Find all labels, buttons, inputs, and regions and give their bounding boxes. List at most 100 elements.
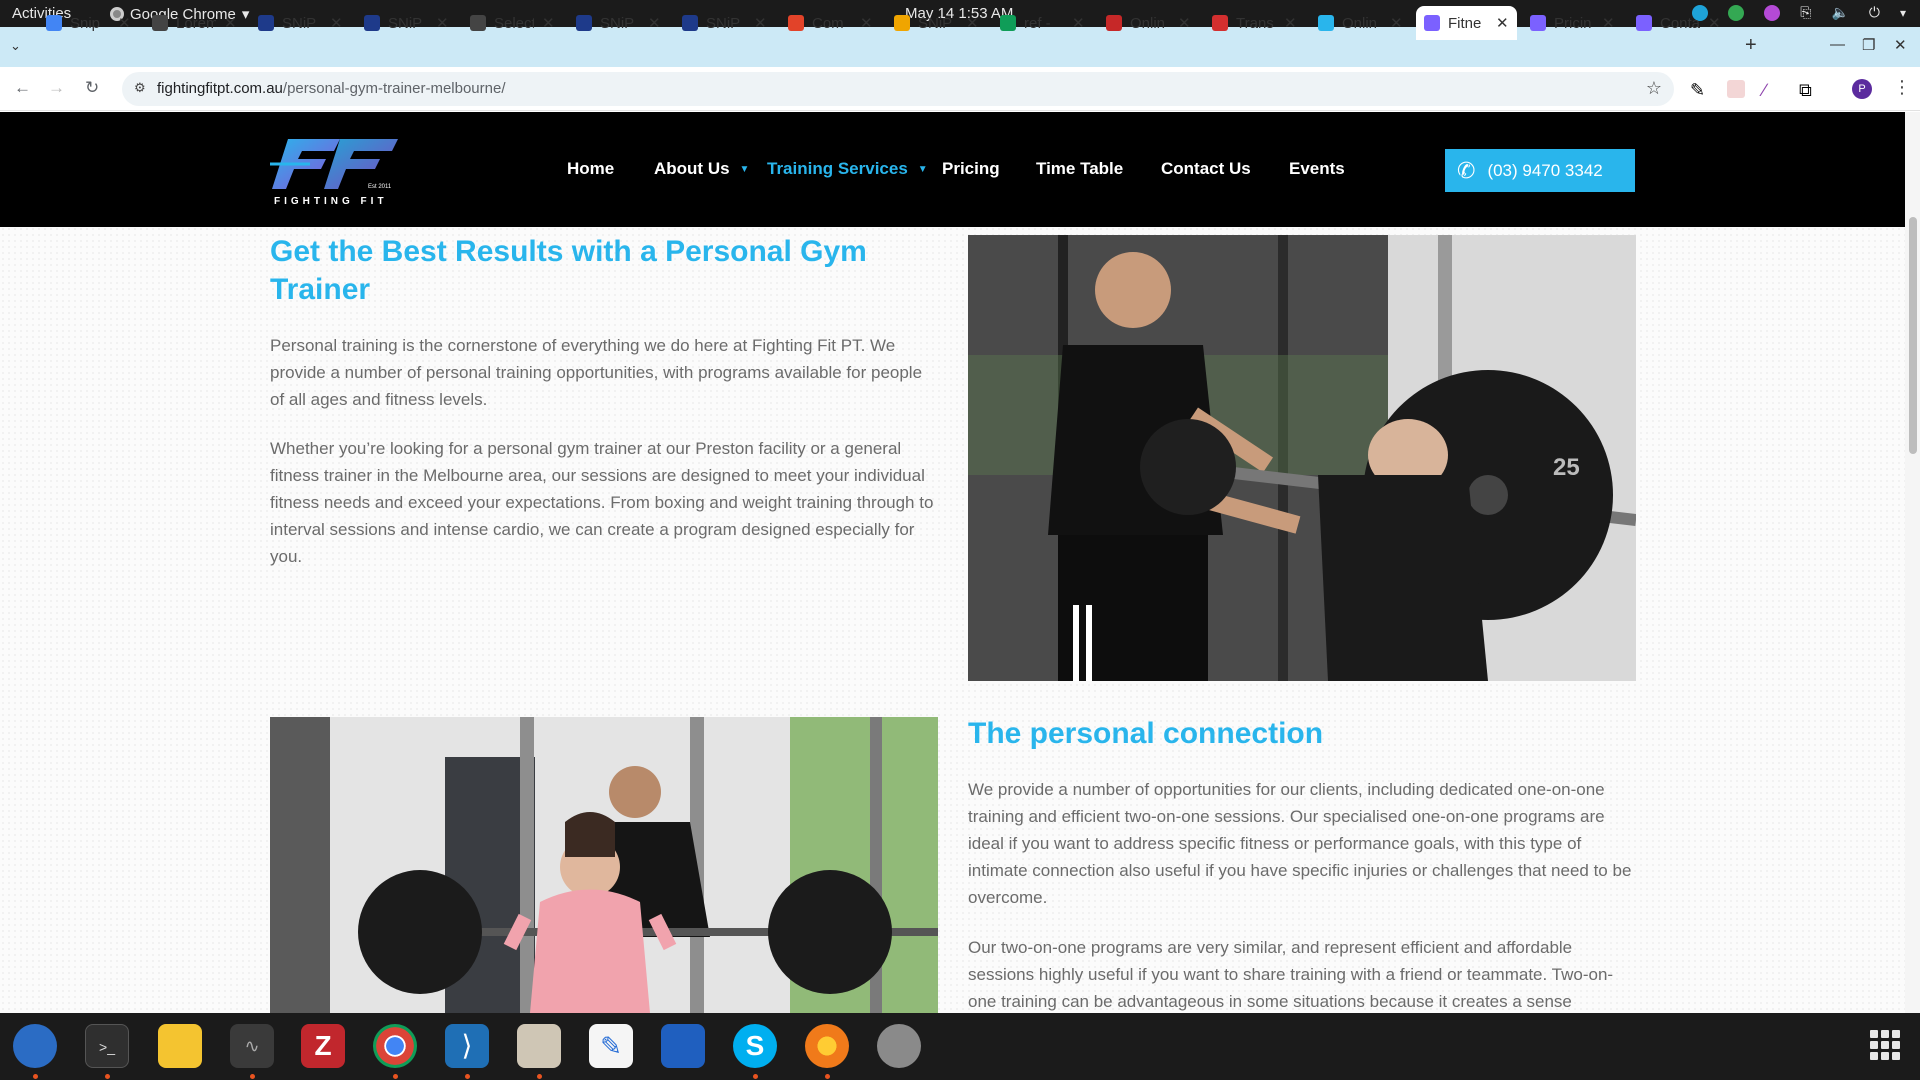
skype-icon[interactable]: S: [733, 1024, 777, 1068]
forward-button[interactable]: →: [48, 78, 65, 98]
browser-tab[interactable]: Com ✕: [788, 6, 873, 40]
flame-app-icon[interactable]: [805, 1024, 849, 1068]
site-info-icon[interactable]: ⚙: [134, 80, 146, 96]
tab-close-icon[interactable]: ✕: [1390, 14, 1403, 32]
browser-tab[interactable]: Onlin ✕: [1318, 6, 1403, 40]
nav-home[interactable]: Home: [567, 159, 614, 179]
network-icon[interactable]: ⎘: [1800, 4, 1811, 21]
tab-close-icon[interactable]: ✕: [754, 14, 767, 32]
tab-close-icon[interactable]: ✕: [966, 14, 979, 32]
browser-tab[interactable]: SNiP ✕: [576, 6, 661, 40]
tab-close-icon[interactable]: ✕: [542, 14, 555, 32]
nav-about[interactable]: About Us ▼: [654, 159, 749, 179]
terminal-icon[interactable]: >_: [85, 1024, 129, 1068]
calculator-icon[interactable]: [158, 1024, 202, 1068]
chevron-down-icon[interactable]: ▾: [1900, 6, 1906, 20]
browser-tab[interactable]: Conta ✕: [1636, 6, 1721, 40]
tab-close-icon[interactable]: ✕: [118, 14, 131, 32]
chevron-down-icon: ▼: [739, 163, 750, 175]
tab-close-icon[interactable]: ✕: [1496, 14, 1509, 32]
tab-search-button[interactable]: ⌄: [10, 38, 21, 54]
scrollbar-thumb[interactable]: [1909, 217, 1917, 454]
web-page: Est 2011 FIGHTING FIT Home About Us ▼ Tr…: [0, 112, 1905, 1013]
nav-training-services[interactable]: Training Services ▼: [767, 159, 928, 179]
tab-title: Trans: [1236, 14, 1274, 32]
browser-tab[interactable]: SNiP ✕: [364, 6, 449, 40]
power-icon[interactable]: ⏻: [1869, 4, 1880, 21]
back-button[interactable]: ←: [14, 78, 31, 98]
nav-training-label: Training Services: [767, 159, 908, 178]
facility-paragraph: Whether you’re looking for a personal gy…: [270, 439, 934, 566]
tab-title: Onlin: [1342, 14, 1378, 32]
profile-avatar[interactable]: P: [1852, 79, 1872, 99]
filezilla-icon[interactable]: Z: [301, 1024, 345, 1068]
tab-close-icon[interactable]: ✕: [330, 14, 343, 32]
nav-events[interactable]: Events: [1289, 159, 1345, 179]
tab-title: Conta: [1660, 14, 1700, 32]
eyedropper-extension-icon[interactable]: ✎: [1690, 80, 1708, 100]
tab-close-icon[interactable]: ✕: [1602, 14, 1615, 32]
restore-icon[interactable]: ❐: [1862, 36, 1875, 54]
extension-status-icon[interactable]: [1728, 4, 1745, 21]
pen-extension-icon[interactable]: ∕: [1763, 80, 1781, 100]
new-tab-button[interactable]: +: [1745, 34, 1757, 57]
nav-timetable[interactable]: Time Table: [1036, 159, 1123, 179]
nav-pricing[interactable]: Pricing: [942, 159, 1000, 179]
app-indicator-icon[interactable]: [1764, 4, 1781, 21]
address-bar[interactable]: ⚙ fightingfitpt.com.au/personal-gym-trai…: [122, 72, 1674, 106]
close-window-icon[interactable]: ✕: [1894, 36, 1907, 54]
browser-tab[interactable]: Snip ✕: [46, 6, 131, 40]
system-monitor-icon[interactable]: ∿: [230, 1024, 274, 1068]
document-viewer-icon[interactable]: [661, 1024, 705, 1068]
browser-tab[interactable]: Pricin ✕: [1530, 6, 1615, 40]
bookmark-star-icon[interactable]: ☆: [1646, 78, 1662, 99]
browser-tab[interactable]: Trans ✕: [1212, 6, 1297, 40]
volume-icon[interactable]: 🔈: [1831, 4, 1848, 21]
url-text[interactable]: fightingfitpt.com.au/personal-gym-traine…: [157, 80, 506, 97]
reload-button[interactable]: ↻: [85, 78, 99, 98]
tab-favicon-icon: [470, 15, 486, 31]
page-scrollbar[interactable]: [1905, 112, 1920, 1013]
minimize-icon[interactable]: —: [1830, 36, 1845, 53]
browser-tab[interactable]: Lorem ✕: [152, 6, 237, 40]
system-tray[interactable]: ⎘ 🔈 ⏻ ▾: [1692, 4, 1906, 21]
tab-title: SNiP: [706, 14, 741, 32]
tab-close-icon[interactable]: ✕: [648, 14, 661, 32]
connection-paragraph: We provide a number of opportunities for…: [968, 780, 1632, 907]
tab-favicon-icon: [46, 15, 62, 31]
tab-close-icon[interactable]: ✕: [1708, 14, 1721, 32]
tab-title: Lorem: [176, 14, 216, 32]
show-applications-icon[interactable]: [1870, 1030, 1900, 1060]
chevron-down-icon: ▼: [917, 163, 928, 175]
browser-tab[interactable]: SNiP ✕: [682, 6, 767, 40]
tab-close-icon[interactable]: ✕: [860, 14, 873, 32]
tab-favicon-icon: [1212, 15, 1228, 31]
tab-close-icon[interactable]: ✕: [224, 14, 237, 32]
vscode-icon[interactable]: ⟩: [445, 1024, 489, 1068]
tab-close-icon[interactable]: ✕: [1178, 14, 1191, 32]
chrome-menu-icon[interactable]: ⋮: [1893, 77, 1911, 98]
tab-favicon-icon: [576, 15, 592, 31]
site-logo[interactable]: Est 2011 FIGHTING FIT: [270, 127, 402, 212]
phone-button[interactable]: ✆ (03) 9470 3342: [1445, 149, 1635, 192]
chrome-dock-icon[interactable]: [373, 1024, 417, 1068]
browser-tab[interactable]: SNiP ✕: [258, 6, 343, 40]
browser-tab[interactable]: SNiP ✕: [894, 6, 979, 40]
extensions-puzzle-icon[interactable]: ⧉: [1799, 80, 1817, 100]
browser-tab[interactable]: Onlin ✕: [1106, 6, 1191, 40]
calendar-extension-icon[interactable]: [1727, 80, 1745, 98]
browser-tab[interactable]: ref - ✕: [1000, 6, 1085, 40]
thunderbird-icon[interactable]: [13, 1024, 57, 1068]
plate-weight-label: 25: [1553, 454, 1580, 481]
text-editor-icon[interactable]: ✎: [589, 1024, 633, 1068]
nav-contact[interactable]: Contact Us: [1161, 159, 1251, 179]
tab-close-icon[interactable]: ✕: [1072, 14, 1085, 32]
tab-close-icon[interactable]: ✕: [436, 14, 449, 32]
files-icon[interactable]: [517, 1024, 561, 1068]
tab-favicon-icon: [1636, 15, 1652, 31]
browser-tab[interactable]: Fitne ✕: [1416, 6, 1517, 40]
disk-utility-icon[interactable]: [877, 1024, 921, 1068]
tab-title: Snip: [70, 14, 101, 32]
tab-close-icon[interactable]: ✕: [1284, 14, 1297, 32]
browser-tab[interactable]: Select ✕: [470, 6, 555, 40]
